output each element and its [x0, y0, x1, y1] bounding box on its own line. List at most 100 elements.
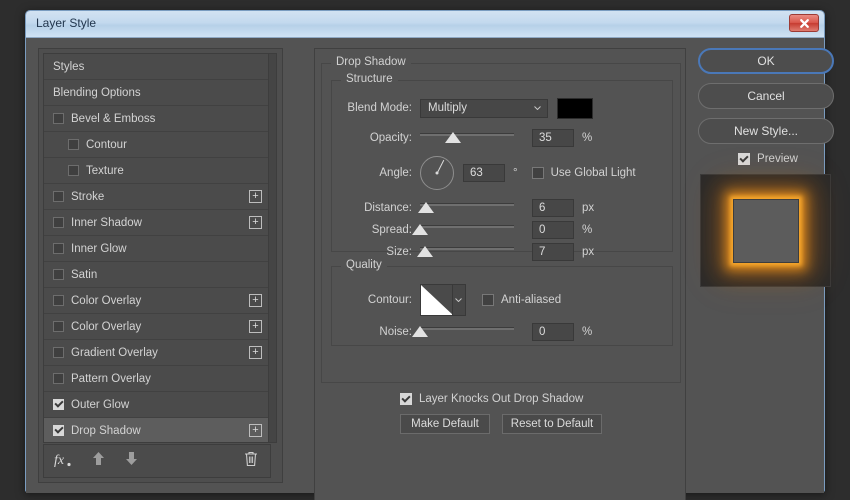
layer-knocks-out-checkbox[interactable] — [400, 393, 412, 405]
reset-to-default-button[interactable]: Reset to Default — [502, 414, 602, 434]
styles-scrollbar[interactable] — [268, 53, 277, 443]
preview-checkbox[interactable] — [738, 153, 750, 165]
opacity-input[interactable]: 35 — [532, 129, 574, 147]
style-row-inner-shadow[interactable]: Inner Shadow+ — [44, 210, 270, 236]
contour-preset-select[interactable] — [420, 284, 466, 316]
angle-value: 63 — [470, 167, 483, 179]
style-checkbox[interactable] — [68, 165, 79, 176]
opacity-slider[interactable] — [420, 129, 514, 147]
style-row-label: Color Overlay — [71, 321, 141, 333]
angle-input[interactable]: 63 — [463, 164, 505, 182]
dialog-body: StylesBlending OptionsBevel & EmbossCont… — [26, 38, 824, 493]
blend-mode-select[interactable]: Multiply — [420, 99, 548, 118]
dialog-title: Layer Style — [36, 16, 96, 30]
noise-input[interactable]: 0 — [532, 323, 574, 341]
noise-slider[interactable] — [420, 323, 514, 341]
add-effect-icon[interactable]: + — [249, 320, 262, 333]
angle-dial[interactable] — [420, 156, 454, 190]
spread-slider[interactable] — [420, 221, 514, 239]
angle-dial-hub — [436, 172, 439, 175]
style-checkbox[interactable] — [53, 191, 64, 202]
arrow-up-icon[interactable] — [92, 451, 105, 471]
style-checkbox[interactable] — [53, 243, 64, 254]
add-effect-icon[interactable]: + — [249, 190, 262, 203]
opacity-row: Opacity: 35 % — [338, 129, 592, 147]
spread-input[interactable]: 0 — [532, 221, 574, 239]
add-effect-icon[interactable]: + — [249, 424, 262, 437]
opacity-slider-track — [420, 133, 514, 136]
style-row-styles[interactable]: Styles — [44, 54, 270, 80]
style-row-inner-glow[interactable]: Inner Glow — [44, 236, 270, 262]
style-checkbox[interactable] — [53, 321, 64, 332]
style-row-drop-shadow[interactable]: Drop Shadow+ — [44, 418, 270, 443]
styles-list[interactable]: StylesBlending OptionsBevel & EmbossCont… — [43, 53, 271, 443]
style-row-label: Satin — [71, 269, 97, 281]
style-row-stroke[interactable]: Stroke+ — [44, 184, 270, 210]
style-checkbox[interactable] — [53, 425, 64, 436]
fx-icon[interactable]: fx — [54, 451, 72, 472]
style-row-contour[interactable]: Contour — [44, 132, 270, 158]
style-row-color-overlay[interactable]: Color Overlay + — [44, 314, 270, 340]
size-slider-thumb[interactable] — [417, 246, 433, 257]
size-slider[interactable] — [420, 243, 514, 261]
layer-knocks-out-row: Layer Knocks Out Drop Shadow — [400, 393, 583, 405]
structure-legend: Structure — [341, 73, 398, 85]
chevron-down-icon — [534, 106, 541, 110]
dialog-actions: OK Cancel New Style... Preview — [698, 48, 838, 287]
spread-slider-thumb[interactable] — [412, 224, 428, 235]
style-checkbox[interactable] — [53, 217, 64, 228]
structure-fieldset: Structure Blend Mode: Multiply — [331, 80, 673, 252]
preview-glow-square — [733, 199, 799, 263]
style-checkbox[interactable] — [53, 347, 64, 358]
anti-aliased-checkbox[interactable] — [482, 294, 494, 306]
add-effect-icon[interactable]: + — [249, 294, 262, 307]
distance-input[interactable]: 6 — [532, 199, 574, 217]
style-checkbox[interactable] — [68, 139, 79, 150]
style-row-label: Pattern Overlay — [71, 373, 151, 385]
distance-slider-track — [420, 203, 514, 206]
add-effect-icon[interactable]: + — [249, 216, 262, 229]
make-default-button[interactable]: Make Default — [400, 414, 490, 434]
add-effect-icon[interactable]: + — [249, 346, 262, 359]
arrow-down-icon[interactable] — [125, 451, 138, 471]
style-row-outer-glow[interactable]: Outer Glow — [44, 392, 270, 418]
noise-slider-thumb[interactable] — [412, 326, 428, 337]
style-row-texture[interactable]: Texture — [44, 158, 270, 184]
ok-button[interactable]: OK — [698, 48, 834, 74]
distance-slider[interactable] — [420, 199, 514, 217]
size-input[interactable]: 7 — [532, 243, 574, 261]
shadow-color-swatch[interactable] — [557, 98, 593, 119]
drop-shadow-panel: Drop Shadow Structure Blend Mode: Multip… — [314, 48, 686, 500]
style-row-blending-options[interactable]: Blending Options — [44, 80, 270, 106]
preview-row: Preview — [698, 153, 838, 165]
style-row-gradient-overlay[interactable]: Gradient Overlay+ — [44, 340, 270, 366]
style-row-label: Texture — [86, 165, 124, 177]
style-row-color-overlay[interactable]: Color Overlay+ — [44, 288, 270, 314]
spread-unit: % — [582, 224, 592, 236]
preview-label: Preview — [757, 153, 798, 165]
opacity-slider-thumb[interactable] — [445, 132, 461, 143]
trash-icon[interactable] — [244, 451, 258, 472]
distance-slider-thumb[interactable] — [418, 202, 434, 213]
cancel-button[interactable]: Cancel — [698, 83, 834, 109]
quality-fieldset: Quality Contour: — [331, 266, 673, 346]
style-checkbox[interactable] — [53, 113, 64, 124]
opacity-label: Opacity: — [338, 132, 412, 144]
style-checkbox[interactable] — [53, 399, 64, 410]
distance-unit: px — [582, 202, 594, 214]
new-style-button[interactable]: New Style... — [698, 118, 834, 144]
style-checkbox[interactable] — [53, 269, 64, 280]
contour-label: Contour: — [338, 294, 412, 306]
style-row-pattern-overlay[interactable]: Pattern Overlay — [44, 366, 270, 392]
drop-shadow-legend: Drop Shadow — [331, 56, 411, 68]
quality-legend: Quality — [341, 259, 387, 271]
style-row-satin[interactable]: Satin — [44, 262, 270, 288]
style-checkbox[interactable] — [53, 373, 64, 384]
use-global-light-checkbox[interactable] — [532, 167, 544, 179]
use-global-light-label: Use Global Light — [551, 167, 636, 179]
style-row-bevel-emboss[interactable]: Bevel & Emboss — [44, 106, 270, 132]
close-icon[interactable] — [789, 14, 819, 32]
dialog-titlebar[interactable]: Layer Style — [26, 11, 824, 38]
style-checkbox[interactable] — [53, 295, 64, 306]
anti-aliased-label: Anti-aliased — [501, 294, 561, 306]
